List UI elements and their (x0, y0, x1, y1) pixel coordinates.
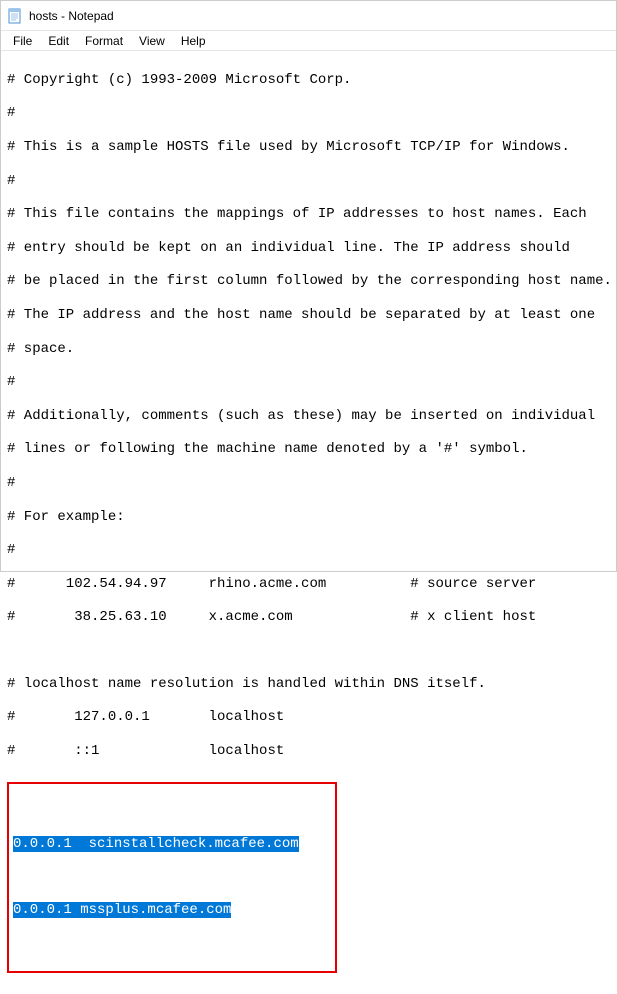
text-line: # (7, 475, 610, 492)
text-line: # (7, 105, 610, 122)
text-line: # 38.25.63.10 x.acme.com # x client host (7, 609, 610, 626)
text-line: # For example: (7, 509, 610, 526)
menubar: File Edit Format View Help (1, 31, 616, 51)
text-line (13, 870, 331, 886)
notepad-icon (7, 8, 23, 24)
text-line: # Additionally, comments (such as these)… (7, 408, 610, 425)
text-content[interactable]: # Copyright (c) 1993-2009 Microsoft Corp… (1, 51, 616, 994)
text-line: # space. (7, 341, 610, 358)
text-line-selected: 0.0.0.1 mssplus.mcafee.com (13, 902, 331, 919)
text-line: # (7, 542, 610, 559)
window-title: hosts - Notepad (29, 9, 114, 23)
menu-format[interactable]: Format (77, 34, 131, 48)
text-line: # lines or following the machine name de… (7, 441, 610, 458)
text-line: # entry should be kept on an individual … (7, 240, 610, 257)
text-line (7, 643, 610, 659)
text-line: # 102.54.94.97 rhino.acme.com # source s… (7, 576, 610, 593)
text-line: # ::1 localhost (7, 743, 610, 760)
titlebar: hosts - Notepad (1, 1, 616, 31)
text-line: # This file contains the mappings of IP … (7, 206, 610, 223)
menu-edit[interactable]: Edit (40, 34, 77, 48)
text-line: # The IP address and the host name shoul… (7, 307, 610, 324)
menu-file[interactable]: File (5, 34, 40, 48)
text-line (13, 936, 331, 952)
text-line-selected: 0.0.0.1 scinstallcheck.mcafee.com (13, 836, 331, 853)
text-line: # be placed in the first column followed… (7, 273, 610, 290)
menu-view[interactable]: View (131, 34, 173, 48)
text-line: # 127.0.0.1 localhost (7, 709, 610, 726)
text-line: # Copyright (c) 1993-2009 Microsoft Corp… (7, 72, 610, 89)
text-line: # localhost name resolution is handled w… (7, 676, 610, 693)
text-line: # (7, 173, 610, 190)
text-line: # (7, 374, 610, 391)
text-line: # This is a sample HOSTS file used by Mi… (7, 139, 610, 156)
menu-help[interactable]: Help (173, 34, 214, 48)
annotation-highlight-box: 0.0.0.1 scinstallcheck.mcafee.com 0.0.0.… (7, 782, 337, 972)
text-line (13, 803, 331, 819)
